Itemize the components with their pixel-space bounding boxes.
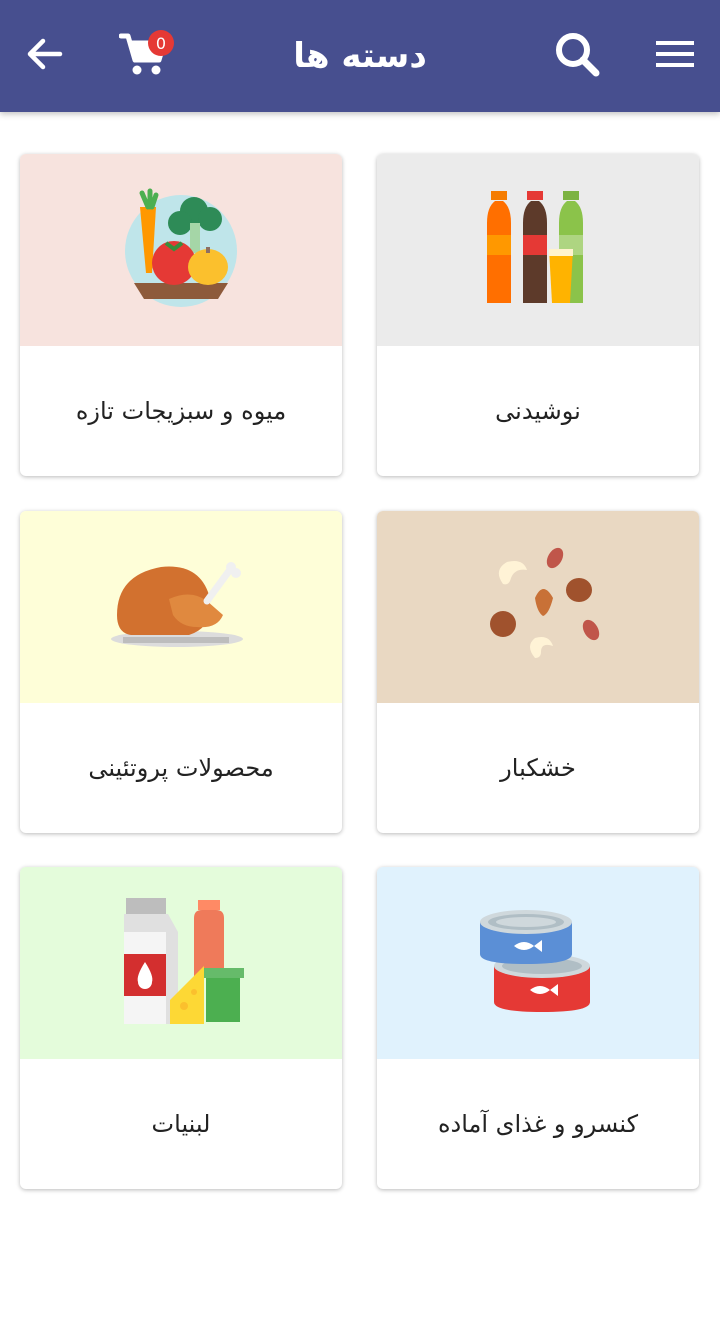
category-label: نوشیدنی	[495, 397, 581, 425]
category-image	[377, 867, 699, 1059]
vegetables-icon	[116, 183, 246, 317]
cart-count-badge: 0	[148, 30, 174, 56]
category-image	[20, 867, 342, 1059]
canned-fish-icon	[478, 906, 598, 1020]
dairy-icon	[116, 896, 246, 1030]
category-image	[20, 511, 342, 703]
category-card-beverages[interactable]: نوشیدنی	[377, 154, 699, 476]
category-card-nuts[interactable]: خشکبار	[377, 511, 699, 833]
search-button[interactable]	[544, 0, 610, 112]
category-label: خشکبار	[500, 754, 576, 782]
nuts-icon	[473, 540, 603, 674]
category-label: کنسرو و غذای آماده	[437, 1110, 639, 1138]
menu-icon	[655, 39, 695, 73]
category-image	[377, 154, 699, 346]
category-label: لبنیات	[151, 1110, 211, 1138]
category-label: محصولات پروتئینی	[88, 754, 274, 782]
back-button[interactable]	[14, 0, 74, 112]
category-label: میوه و سبزیجات تازه	[75, 397, 287, 425]
category-card-canned-food[interactable]: کنسرو و غذای آماده	[377, 867, 699, 1189]
bottles-icon	[473, 183, 603, 317]
search-icon	[553, 30, 601, 82]
category-card-fresh-produce[interactable]: میوه و سبزیجات تازه	[20, 154, 342, 476]
category-card-protein[interactable]: محصولات پروتئینی	[20, 511, 342, 833]
back-arrow-icon	[24, 34, 64, 78]
app-bar: 0 دسته ها	[0, 0, 720, 112]
roast-chicken-icon	[111, 555, 251, 659]
cart-button[interactable]: 0	[108, 0, 178, 112]
category-image	[20, 154, 342, 346]
menu-button[interactable]	[644, 0, 706, 112]
page-title: دسته ها	[293, 36, 427, 76]
category-card-dairy[interactable]: لبنیات	[20, 867, 342, 1189]
category-image	[377, 511, 699, 703]
